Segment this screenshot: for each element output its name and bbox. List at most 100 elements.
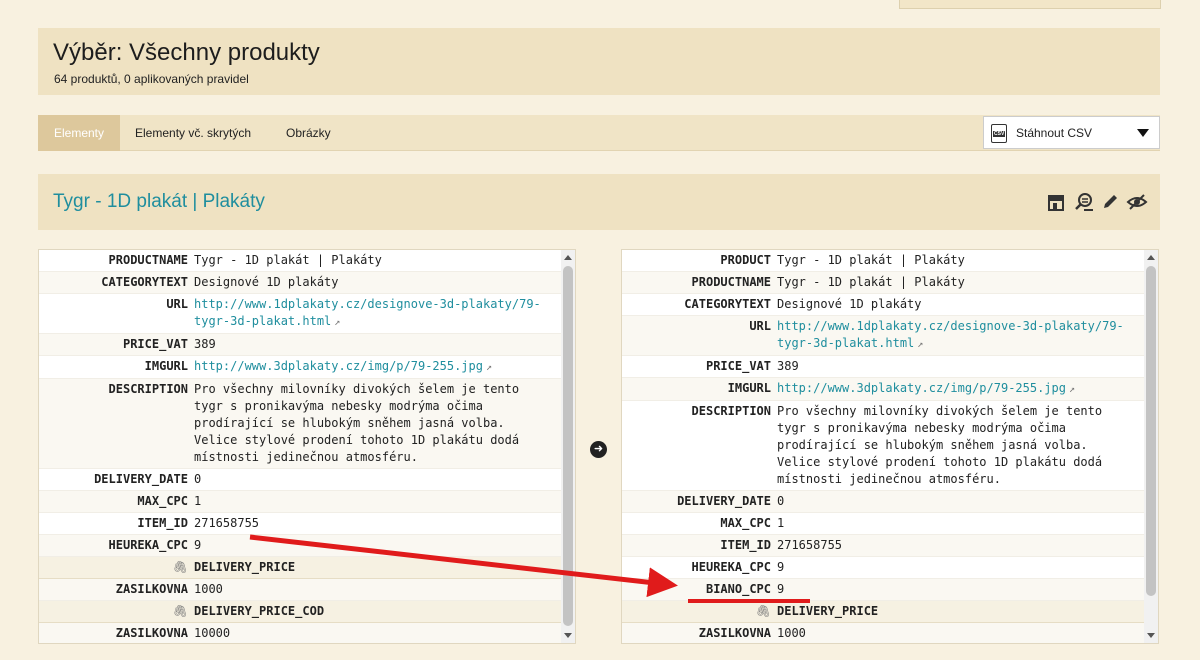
- category-row: 🖇 DELIVERY_PRICE: [39, 557, 562, 579]
- page-subtitle: 64 produktů, 0 aplikovaných pravidel: [54, 72, 249, 86]
- element-value-text: Pro všechny milovníky divokých šelem je …: [777, 404, 1103, 486]
- external-link-icon[interactable]: ↗: [1069, 381, 1075, 398]
- element-key: ZASILKOVNA: [115, 626, 188, 640]
- arrow-right-icon[interactable]: ➜: [590, 441, 607, 458]
- element-key: CATEGORYTEXT: [101, 275, 188, 289]
- element-value-text[interactable]: http://www.1dplakaty.cz/designove-3d-pla…: [777, 319, 1124, 350]
- element-value: Tygr - 1D plakát | Plakáty: [777, 252, 1145, 269]
- element-row: PRICE_VAT 389: [622, 356, 1145, 378]
- search-settings-icon[interactable]: [1074, 192, 1094, 212]
- feed-elements-right[interactable]: PRODUCT Tygr - 1D plakát | Plakáty PRODUCT…: [621, 249, 1159, 644]
- element-value: Pro všechny milovníky divokých šelem je …: [777, 403, 1145, 488]
- element-value: DELIVERY_PRICE: [194, 559, 562, 576]
- element-link[interactable]: http://www.1dplakaty.cz/designove-3d-pla…: [194, 296, 562, 331]
- element-value-text: 1000: [194, 582, 223, 596]
- element-key: MAX_CPC: [137, 494, 188, 508]
- page-title: Výběr: Všechny produkty: [53, 39, 320, 66]
- element-key: PRODUCTNAME: [108, 253, 188, 267]
- element-value-text: 271658755: [777, 538, 843, 552]
- element-value-text: 9: [194, 538, 202, 552]
- element-row: PRODUCTNAME Tygr - 1D plakát | Plakáty: [622, 272, 1145, 294]
- element-row: URL http://www.1dplakaty.cz/designove-3d-…: [39, 294, 562, 334]
- element-value-text[interactable]: http://www.3dplakaty.cz/img/p/79-255.jpg: [777, 381, 1066, 395]
- scroll-down-icon[interactable]: [1147, 633, 1155, 638]
- element-key: DELIVERY_DATE: [94, 472, 188, 486]
- element-value-text: 0: [777, 494, 785, 508]
- element-row: URL http://www.1dplakaty.cz/designove-3d-…: [622, 316, 1145, 356]
- element-key: IMGURL: [727, 381, 771, 395]
- scroll-up-icon[interactable]: [564, 255, 572, 260]
- element-row: IMGURL http://www.3dplakaty.cz/img/p/79-2…: [39, 356, 562, 379]
- element-key: MAX_CPC: [720, 516, 771, 530]
- external-link-icon[interactable]: ↗: [917, 336, 923, 353]
- element-link[interactable]: http://www.3dplakaty.cz/img/p/79-255.jpg…: [777, 380, 1145, 398]
- element-value-text: 271658755: [194, 516, 260, 530]
- element-value-text: 9: [777, 560, 785, 574]
- scroll-down-icon[interactable]: [564, 633, 572, 638]
- element-value-text: 1000: [777, 626, 806, 640]
- element-value-text[interactable]: http://www.1dplakaty.cz/designove-3d-pla…: [194, 297, 541, 328]
- download-csv-select[interactable]: CSV Stáhnout CSV: [983, 116, 1160, 149]
- top-panel-edge: [899, 0, 1161, 9]
- element-row: PRODUCTNAME Tygr - 1D plakát | Plakáty: [39, 250, 562, 272]
- element-value: 1000: [194, 581, 562, 598]
- element-value: 0: [194, 471, 562, 488]
- element-key: ZASILKOVNA: [115, 582, 188, 596]
- element-list-right: PRODUCT Tygr - 1D plakát | Plakáty PRODUCT…: [622, 250, 1145, 643]
- element-value-text: Pro všechny milovníky divokých šelem je …: [194, 382, 520, 464]
- element-key: PRODUCT: [720, 253, 771, 267]
- tab-obrazky[interactable]: Obrázky: [286, 115, 331, 151]
- element-key: BIANO_CPC: [705, 582, 771, 596]
- element-key: HEUREKA_CPC: [691, 560, 771, 574]
- external-link-icon[interactable]: ↗: [486, 359, 492, 376]
- element-row: PRODUCT Tygr - 1D plakát | Plakáty: [622, 250, 1145, 272]
- element-value-text: 10000: [194, 626, 231, 640]
- chevron-down-icon[interactable]: [1137, 129, 1149, 137]
- element-row: IMGURL http://www.3dplakaty.cz/img/p/79-2…: [622, 378, 1145, 401]
- scroll-thumb[interactable]: [563, 266, 573, 626]
- scroll-up-icon[interactable]: [1147, 255, 1155, 260]
- element-list-left: PRODUCTNAME Tygr - 1D plakát | Plakáty CAT…: [39, 250, 562, 643]
- element-row: ZASILKOVNA 1000: [622, 623, 1145, 643]
- element-key: PRODUCTNAME: [691, 275, 771, 289]
- element-row: PRICE_VAT 389: [39, 334, 562, 356]
- category-row: 🖇 DELIVERY_PRICE: [622, 601, 1145, 623]
- element-value: 389: [777, 358, 1145, 375]
- element-row: HEUREKA_CPC 9: [622, 557, 1145, 579]
- element-value: 9: [777, 559, 1145, 576]
- external-link-icon[interactable]: ↗: [334, 314, 340, 331]
- element-value-text[interactable]: http://www.3dplakaty.cz/img/p/79-255.jpg: [194, 359, 483, 373]
- element-row: DESCRIPTION Pro všechny milovníky divokýc…: [622, 401, 1145, 491]
- element-row: MAX_CPC 1: [39, 491, 562, 513]
- element-value: DELIVERY_PRICE: [777, 603, 1145, 620]
- feed-elements-left[interactable]: PRODUCTNAME Tygr - 1D plakát | Plakáty CAT…: [38, 249, 576, 644]
- element-value-text: DELIVERY_PRICE: [777, 604, 879, 618]
- element-link[interactable]: http://www.3dplakaty.cz/img/p/79-255.jpg…: [194, 358, 562, 376]
- paperclip-icon: 🖇: [172, 560, 188, 574]
- element-row: ITEM_ID 271658755: [622, 535, 1145, 557]
- shop-icon[interactable]: [1046, 192, 1066, 212]
- element-link[interactable]: http://www.1dplakaty.cz/designove-3d-pla…: [777, 318, 1145, 353]
- scroll-thumb[interactable]: [1146, 266, 1156, 596]
- tab-elementy[interactable]: Elementy: [38, 115, 120, 151]
- element-key: ITEM_ID: [720, 538, 771, 552]
- scrollbar-left[interactable]: [561, 250, 575, 643]
- element-value: 1000: [777, 625, 1145, 642]
- tab-elementy-hidden[interactable]: Elementy vč. skrytých: [135, 115, 251, 151]
- element-row: HEUREKA_CPC 9: [39, 535, 562, 557]
- download-csv-label: Stáhnout CSV: [1016, 126, 1093, 140]
- element-value-text: Designové 1D plakáty: [194, 275, 339, 289]
- element-value-text: Tygr - 1D plakát | Plakáty: [777, 253, 965, 267]
- element-value-text: 9: [777, 582, 785, 596]
- pencil-icon[interactable]: [1100, 192, 1120, 212]
- scrollbar-right[interactable]: [1144, 250, 1158, 643]
- element-value-text: DELIVERY_PRICE_COD: [194, 604, 325, 618]
- element-key: IMGURL: [144, 359, 188, 373]
- element-value-text: DELIVERY_PRICE: [194, 560, 296, 574]
- element-row: ZASILKOVNA 10000: [39, 623, 562, 643]
- element-row: BIANO_CPC 9: [622, 579, 1145, 601]
- hide-eye-icon[interactable]: [1126, 192, 1148, 212]
- element-key: HEUREKA_CPC: [108, 538, 188, 552]
- element-value-text: Tygr - 1D plakát | Plakáty: [777, 275, 965, 289]
- paperclip-icon: 🖇: [755, 604, 771, 618]
